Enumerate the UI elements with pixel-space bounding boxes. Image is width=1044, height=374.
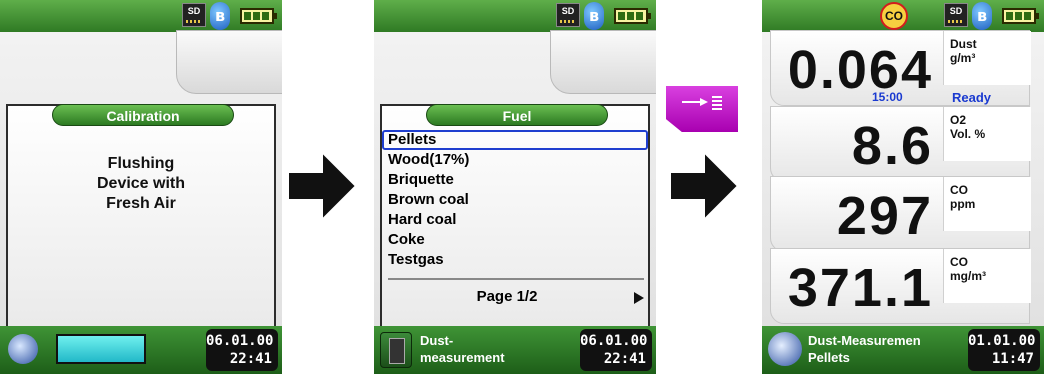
time-text: 11:47 — [991, 351, 1034, 367]
co-indicator-label: CO — [885, 9, 903, 23]
device-logo-icon — [8, 334, 38, 364]
sd-card-icon: SD — [556, 3, 580, 27]
time-text: 22:41 — [229, 351, 272, 367]
right-arrow-icon — [669, 150, 740, 222]
datetime-display: 06.01.00 22:41 — [206, 329, 278, 371]
bottom-bar: Dust-Measuremen Pellets 01.01.00 11:47 — [762, 326, 1044, 374]
status-text: Dust-Measuremen Pellets — [808, 332, 921, 366]
battery-icon — [614, 8, 651, 24]
measurement-screen: CO SD ʙ 0.064 Dust g/m³ 15:00 Ready 8.6 … — [762, 0, 1044, 374]
time-text: 22:41 — [603, 351, 646, 367]
datetime-display: 01.01.00 11:47 — [968, 329, 1040, 371]
battery-icon — [1002, 8, 1039, 24]
next-page-icon[interactable] — [634, 292, 644, 304]
divider — [388, 278, 644, 280]
fuel-item-label[interactable]: Coke — [388, 231, 425, 248]
reading-co-mg: 371.1 CO mg/m³ — [770, 248, 1031, 324]
reading-unit: ppm — [950, 197, 976, 211]
status-line: measurement — [420, 350, 505, 365]
date-text: 06.01.00 — [580, 333, 648, 349]
fuel-item-label[interactable]: Briquette — [388, 171, 454, 188]
bluetooth-icon: ʙ — [972, 2, 992, 30]
reading-value: 371.1 — [787, 258, 933, 318]
fuel-screen: SD ʙ Pellets Wood(17%) Briquette Brown c… — [374, 0, 656, 374]
reading-label: CO — [950, 183, 968, 197]
calibration-dialog: Flushing Device with Fresh Air — [6, 104, 276, 328]
arrow-to-list-icon — [682, 96, 722, 110]
reading-unit-box: CO mg/m³ — [943, 249, 1031, 303]
fuel-item-label[interactable]: Testgas — [388, 251, 444, 268]
bottom-bar: Dust- measurement 06.01.00 22:41 — [374, 326, 656, 374]
message-line: Device with — [96, 175, 186, 192]
reading-label: Dust — [950, 37, 977, 51]
status-bar: CO SD ʙ — [762, 0, 1044, 32]
device-logo-icon — [768, 332, 802, 366]
fuel-item-label[interactable]: Wood(17%) — [388, 151, 469, 168]
right-arrow-icon — [287, 150, 358, 222]
status-line: Dust- — [420, 333, 454, 348]
reading-value: 8.6 — [851, 116, 933, 176]
sd-card-icon: SD — [182, 3, 206, 27]
reading-unit-box: CO ppm — [943, 177, 1031, 231]
status-line: Dust-Measuremen — [808, 333, 921, 348]
fuel-item-label[interactable]: Brown coal — [388, 191, 469, 208]
datetime-display: 06.01.00 22:41 — [580, 329, 652, 371]
reading-unit-box: O2 Vol. % — [943, 107, 1031, 161]
fuel-item-label[interactable]: Pellets — [388, 131, 436, 148]
progress-fill — [58, 336, 144, 362]
dust-measurement-icon — [380, 332, 412, 368]
status-bar: SD ʙ — [0, 0, 282, 32]
reading-unit-box: Dust g/m³ — [943, 31, 1031, 85]
background-panel — [176, 30, 282, 94]
status-line: Pellets — [808, 350, 850, 365]
reading-unit: mg/m³ — [950, 269, 986, 283]
reading-label: O2 — [950, 113, 967, 127]
timer-text: 15:00 — [872, 90, 903, 104]
status-text: Dust- measurement — [420, 332, 505, 366]
reading-co-ppm: 297 CO ppm — [770, 176, 1031, 252]
message-line: Flushing — [107, 155, 175, 172]
reading-label: CO — [950, 255, 968, 269]
background-panel — [550, 30, 656, 94]
start-key-button[interactable] — [666, 86, 738, 132]
battery-icon — [240, 8, 277, 24]
date-text: 01.01.00 — [968, 333, 1036, 349]
bottom-bar: 06.01.00 22:41 — [0, 326, 282, 374]
progress-bar — [56, 334, 146, 364]
reading-unit: Vol. % — [950, 127, 986, 141]
reading-unit: g/m³ — [950, 51, 976, 65]
status-bar: SD ʙ — [374, 0, 656, 32]
calibration-screen: SD ʙ Flushing Device with Fresh Air Cali… — [0, 0, 282, 374]
reading-value: 297 — [836, 186, 933, 246]
fuel-dialog: Pellets Wood(17%) Briquette Brown coal H… — [380, 104, 650, 328]
message-line: Fresh Air — [106, 195, 176, 212]
dialog-title: Calibration — [52, 104, 234, 126]
bluetooth-icon: ʙ — [210, 2, 230, 30]
sd-card-icon: SD — [944, 3, 968, 27]
reading-value: 0.064 — [787, 40, 933, 100]
co-off-icon: CO — [880, 2, 908, 30]
fuel-item-label[interactable]: Hard coal — [388, 211, 456, 228]
dialog-title: Fuel — [426, 104, 608, 126]
bluetooth-icon: ʙ — [584, 2, 604, 30]
page-indicator: Page 1/2 — [476, 288, 538, 305]
ready-status: Ready — [952, 90, 992, 105]
reading-o2: 8.6 O2 Vol. % — [770, 106, 1031, 182]
date-text: 06.01.00 — [206, 333, 274, 349]
